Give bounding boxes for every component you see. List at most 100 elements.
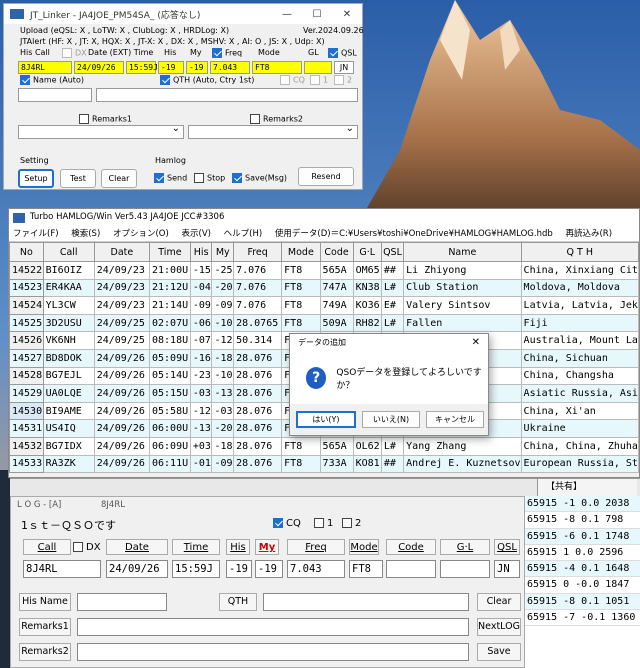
col-freq[interactable]: Freq — [233, 242, 283, 262]
name-input[interactable] — [18, 88, 92, 102]
two-checkbox[interactable]: 2 — [334, 75, 352, 85]
savemsg-checkbox[interactable]: Save(Msg) — [232, 173, 287, 183]
his-header-button[interactable]: His — [226, 539, 250, 555]
stop-checkbox[interactable]: Stop — [194, 173, 225, 183]
his-name-input[interactable] — [77, 593, 167, 611]
cq-checkbox-log[interactable]: CQ — [273, 518, 301, 529]
menu-options[interactable]: オプション(O) — [113, 229, 169, 239]
col-mode[interactable]: Mode — [281, 242, 321, 262]
col-gl[interactable]: G·L — [352, 242, 382, 262]
my-field[interactable]: -19 — [186, 61, 208, 74]
gl-input[interactable] — [440, 560, 490, 578]
my-input[interactable]: -19 — [255, 560, 283, 578]
clear-button[interactable]: Clear — [101, 169, 137, 188]
table-row[interactable]: 14522 BI6OIZ 24/09/23 21:00U -15 -25 7.076 FT8 5… — [9, 261, 639, 280]
table-row[interactable]: 14523 ER4KAA 24/09/23 21:12U -04 -20 7.076 FT8 7… — [9, 278, 639, 298]
menu-help[interactable]: ヘルプ(H) — [224, 229, 263, 239]
shared-tab[interactable]: 【共有】 — [537, 479, 637, 496]
cq-checkbox[interactable]: CQ — [280, 75, 305, 85]
dx-checkbox[interactable]: DX — [62, 48, 87, 58]
col-his[interactable]: His — [189, 242, 213, 262]
menu-reload[interactable]: 再読込み(R) — [565, 229, 612, 239]
code-input[interactable] — [386, 560, 436, 578]
col-qth[interactable]: Q T H — [520, 242, 639, 262]
one-checkbox-log[interactable]: 1 — [314, 518, 333, 529]
his-name-button[interactable]: His Name — [19, 593, 71, 611]
freq-input[interactable]: 7.043 — [287, 560, 345, 578]
code-header-button[interactable]: Code — [386, 539, 436, 555]
remarks1-checkbox[interactable]: Remarks1 — [79, 114, 132, 124]
date-header-button[interactable]: Date — [106, 539, 168, 555]
qsl-header-button[interactable]: QSL — [494, 539, 520, 555]
dialog-close-icon[interactable]: ✕ — [472, 334, 480, 352]
mode-field[interactable]: FT8 — [252, 61, 302, 74]
menu-file[interactable]: ファイル(F) — [13, 229, 59, 239]
qsl-input[interactable]: JN — [494, 560, 520, 578]
qsl-field[interactable]: JN — [334, 61, 354, 74]
table-row[interactable]: 14525 3D2USU 24/09/25 02:07U -06 -10 28.0765 FT… — [9, 313, 639, 333]
table-row[interactable]: 14533 RA3ZK 24/09/26 06:11U -01 -09 28.076 FT8 7… — [9, 454, 639, 474]
remarks2-input[interactable] — [77, 643, 469, 661]
name-auto-checkbox[interactable]: Name (Auto) — [20, 75, 84, 85]
test-button[interactable]: Test — [60, 169, 96, 188]
table-row[interactable]: 14524 YL3CW 24/09/23 21:14U -09 -09 7.076 FT8 74… — [9, 296, 639, 315]
call-input[interactable]: 8J4RL — [23, 560, 101, 578]
close-icon[interactable]: ✕ — [332, 9, 362, 20]
call-field[interactable]: 8J4RL — [18, 61, 72, 74]
save-button[interactable]: Save — [477, 643, 521, 661]
qth-input-log[interactable] — [263, 593, 469, 611]
col-my[interactable]: My — [211, 242, 235, 262]
col-call[interactable]: Call — [42, 242, 95, 262]
call-header-button[interactable]: Call — [23, 539, 71, 555]
mode-header-button[interactable]: Mode — [349, 539, 379, 555]
minimize-icon[interactable]: — — [272, 9, 302, 20]
time-field[interactable]: 15:59J — [126, 61, 158, 74]
dx-checkbox-log[interactable]: DX — [73, 542, 101, 553]
mode-input[interactable]: FT8 — [349, 560, 383, 578]
qth-button[interactable]: QTH — [219, 593, 257, 611]
qth-auto-checkbox[interactable]: QTH (Auto, Ctry 1st) — [160, 75, 254, 85]
freq-header-button[interactable]: Freq — [287, 539, 345, 555]
remarks1-button[interactable]: Remarks1 — [19, 618, 71, 636]
resend-button[interactable]: Resend — [298, 167, 354, 186]
his-input[interactable]: -19 — [226, 560, 252, 578]
yes-button[interactable]: はい(Y) — [296, 411, 356, 428]
two-checkbox-log[interactable]: 2 — [342, 518, 361, 529]
col-time[interactable]: Time — [149, 242, 191, 262]
his-field[interactable]: -19 — [158, 61, 184, 74]
remarks2-dropdown[interactable] — [188, 123, 358, 139]
date-input[interactable]: 24/09/26 — [106, 560, 168, 578]
col-code[interactable]: Code — [319, 242, 354, 262]
freq-checkbox[interactable]: Freq — [212, 48, 242, 58]
freq-field[interactable]: 7.043 — [210, 61, 250, 74]
table-cell: China, Sichuan — [520, 348, 639, 368]
gl-field[interactable] — [304, 61, 332, 74]
remarks2-checkbox[interactable]: Remarks2 — [250, 114, 303, 124]
time-input[interactable]: 15:59J — [172, 560, 220, 578]
remarks2-button[interactable]: Remarks2 — [19, 643, 71, 661]
date-field[interactable]: 24/09/26 — [74, 61, 124, 74]
no-button[interactable]: いいえ(N) — [362, 411, 420, 428]
gl-header-button[interactable]: G·L — [440, 539, 490, 555]
maximize-icon[interactable]: ☐ — [302, 9, 332, 20]
send-checkbox[interactable]: Send — [154, 173, 187, 183]
col-name[interactable]: Name — [403, 242, 522, 262]
nextlog-button[interactable]: NextLOG — [477, 618, 521, 636]
menu-search[interactable]: 検索(S) — [71, 229, 100, 239]
setup-button[interactable]: Setup — [18, 169, 54, 188]
table-row[interactable]: 14532 BG7IDX 24/09/26 06:09U +03 -18 28.076 FT8… — [9, 436, 639, 456]
menu-view[interactable]: 表示(V) — [182, 229, 211, 239]
my-header-button[interactable]: My — [255, 539, 279, 555]
clear-log-button[interactable]: Clear — [477, 593, 521, 611]
one-checkbox[interactable]: 1 — [310, 75, 328, 85]
qsl-checkbox[interactable]: QSL — [328, 48, 357, 58]
remarks1-dropdown[interactable] — [18, 123, 184, 139]
remarks1-input[interactable] — [77, 618, 469, 636]
menu-data-path[interactable]: 使用データ(D)＝C:¥Users¥toshi¥OneDrive¥HAMLOG¥… — [275, 229, 553, 239]
cancel-button[interactable]: キャンセル — [426, 411, 484, 428]
col-date[interactable]: Date — [93, 242, 151, 262]
col-qsl[interactable]: QSL — [380, 242, 405, 262]
time-header-button[interactable]: Time — [172, 539, 220, 555]
col-no[interactable]: No — [9, 242, 44, 262]
qth-input[interactable] — [96, 88, 358, 102]
